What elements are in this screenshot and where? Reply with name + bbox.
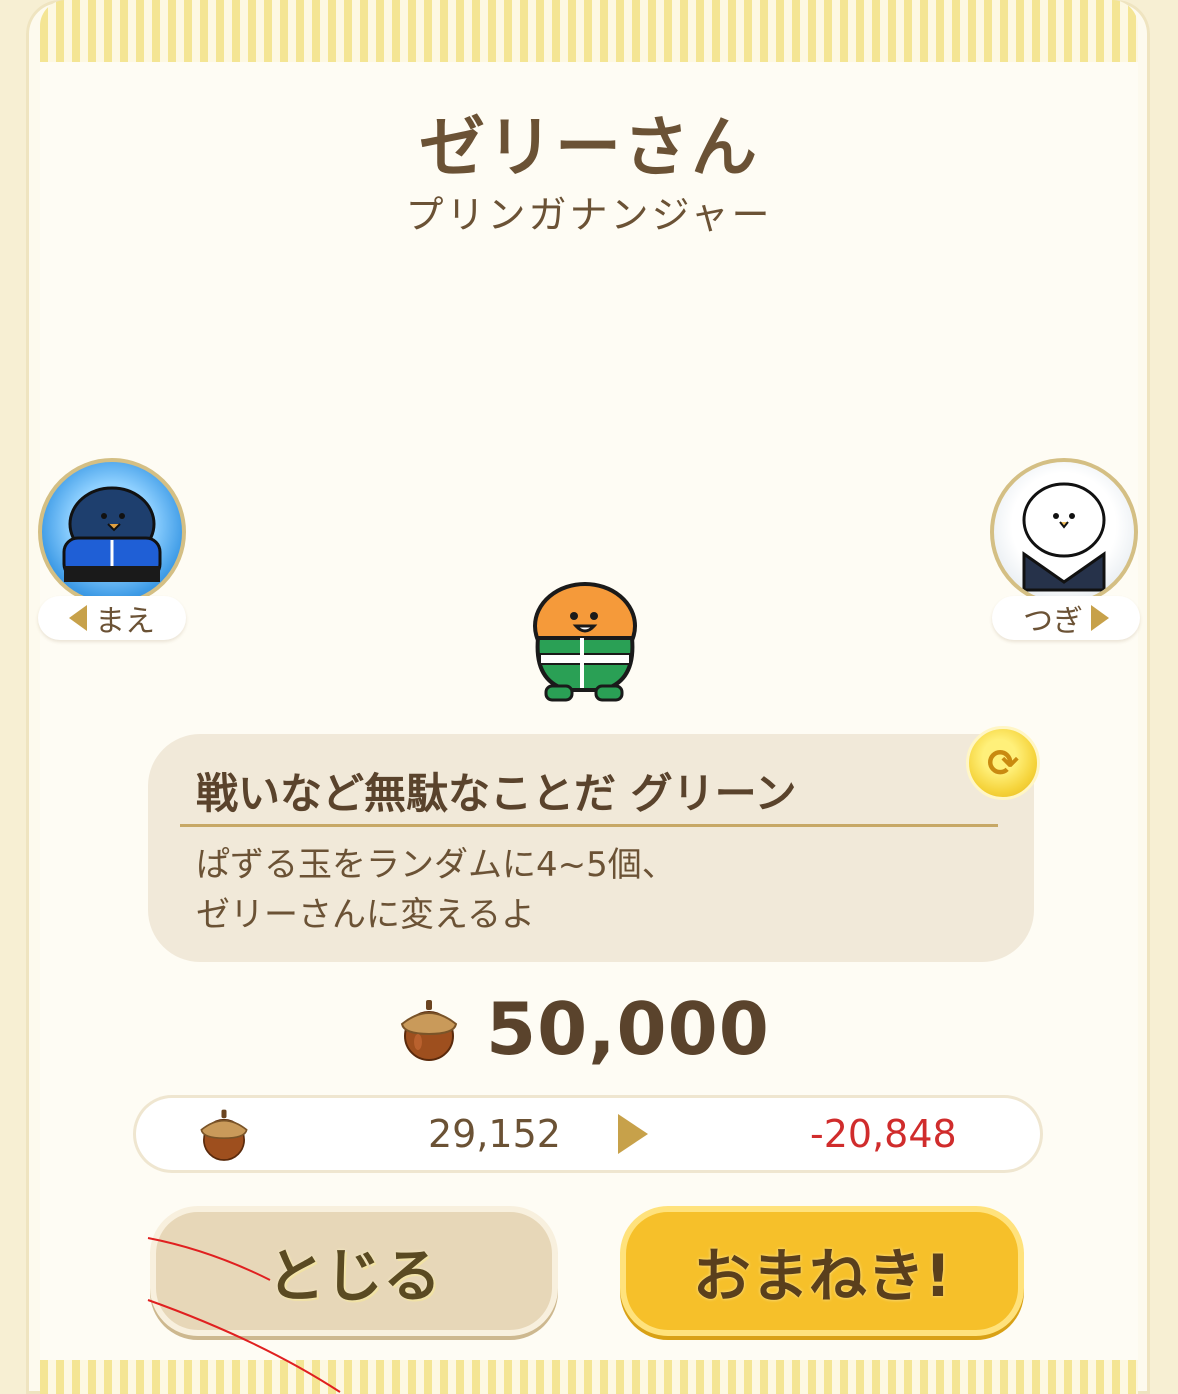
acorn-icon xyxy=(400,1000,458,1061)
blue-character-icon xyxy=(62,486,162,582)
white-character-icon xyxy=(1022,482,1106,592)
current-acorns: 29,152 xyxy=(428,1112,561,1156)
next-character-avatar[interactable] xyxy=(990,458,1138,606)
jelly-character-image xyxy=(533,582,637,702)
prev-label: まえ xyxy=(95,604,155,639)
refresh-icon: ⟳ xyxy=(987,741,1019,785)
acorn-difference: -20,848 xyxy=(810,1112,957,1156)
acorn-icon xyxy=(200,1109,248,1161)
skill-description-line2: ゼリーさんに変えるよ xyxy=(196,895,535,935)
character-series: プリンガナンジャー xyxy=(405,193,773,237)
close-label: とじる xyxy=(266,1242,441,1310)
bottom-stripe-border xyxy=(40,1360,1138,1394)
invite-label: おまねき! xyxy=(692,1242,952,1310)
refresh-button[interactable]: ⟳ xyxy=(966,726,1040,800)
invite-button[interactable]: おまねき! xyxy=(620,1206,1024,1336)
price-value: 50,000 xyxy=(486,987,770,1071)
prev-button[interactable]: まえ xyxy=(38,596,186,640)
close-button[interactable]: とじる xyxy=(150,1206,558,1336)
arrow-right-icon xyxy=(618,1114,648,1154)
next-label: つぎ xyxy=(1023,604,1083,639)
prev-character-avatar[interactable] xyxy=(38,458,186,606)
price-display: 50,000 xyxy=(398,984,770,1074)
arrow-left-icon xyxy=(69,605,87,631)
skill-name: 戦いなど無駄なことだ グリーン xyxy=(196,769,797,818)
next-button[interactable]: つぎ xyxy=(992,596,1140,640)
skill-description-line1: ぱずる玉をランダムに4~5個、 xyxy=(196,845,676,885)
skill-divider xyxy=(180,824,998,827)
top-stripe-border xyxy=(40,0,1138,62)
arrow-right-icon xyxy=(1091,605,1109,631)
character-name: ゼリーさん xyxy=(419,109,759,186)
skill-description: ぱずる玉をランダムに4~5個、 ゼリーさんに変えるよ xyxy=(196,840,676,940)
